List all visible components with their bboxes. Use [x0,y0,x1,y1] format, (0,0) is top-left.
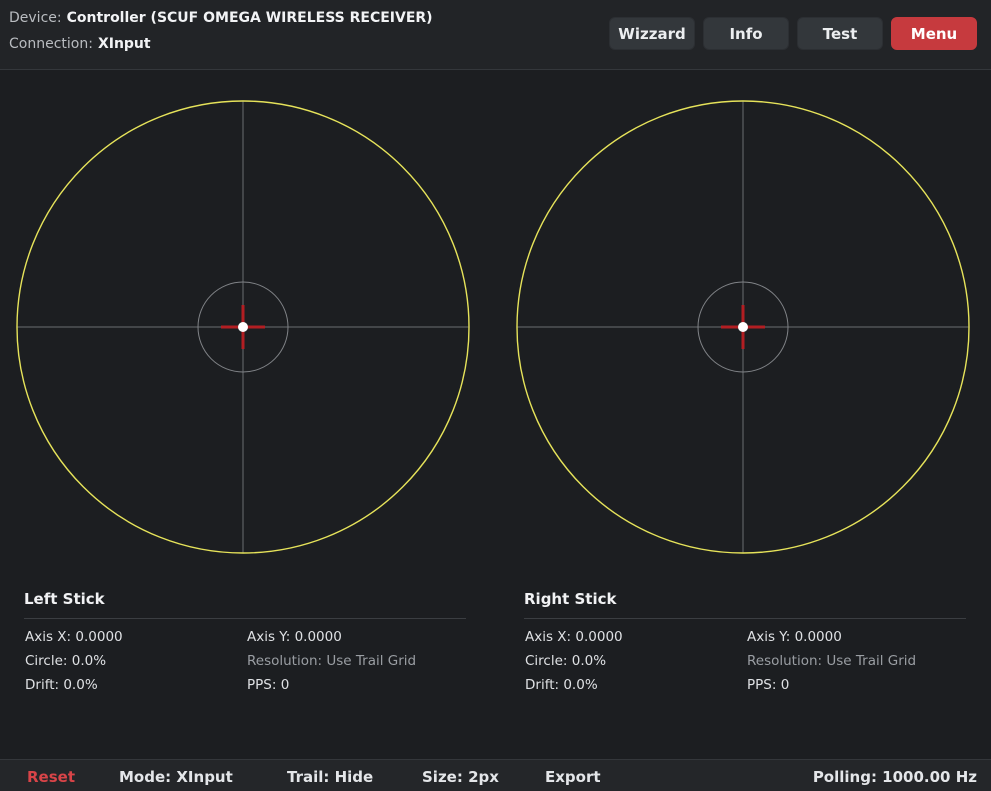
left-resolution: Resolution: Use Trail Grid [247,653,417,669]
connection-info: Connection: XInput [9,36,151,52]
trail-toggle[interactable]: Trail: Hide [287,768,373,786]
header-bar: Device: Controller (SCUF OMEGA WIRELESS R… [0,0,991,70]
right-circle: Circle: 0.0% [525,653,607,669]
left-drift: Drift: 0.0% [25,677,98,693]
device-label: Device: [9,10,62,26]
device-info: Device: Controller (SCUF OMEGA WIRELESS R… [9,10,433,26]
size-toggle[interactable]: Size: 2px [422,768,499,786]
left-axis-x: Axis X: 0.0000 [25,629,123,645]
left-axis-y: Axis Y: 0.0000 [247,629,342,645]
left-circle: Circle: 0.0% [25,653,107,669]
connection-value: XInput [97,36,151,52]
mode-toggle[interactable]: Mode: XInput [119,768,233,786]
device-value: Controller (SCUF OMEGA WIRELESS RECEIVER… [66,10,433,26]
left-stats-grid: Axis X: 0.0000 Axis Y: 0.0000 Circle: 0.… [24,629,466,709]
test-button[interactable]: Test [797,17,883,50]
stick-plots [16,100,970,554]
right-stats-grid: Axis X: 0.0000 Axis Y: 0.0000 Circle: 0.… [524,629,966,709]
left-stick-plot [16,100,470,554]
right-stick-stats: Right Stick Axis X: 0.0000 Axis Y: 0.000… [524,580,966,709]
connection-label: Connection: [9,36,93,52]
export-button[interactable]: Export [545,768,601,786]
right-stick-title: Right Stick [524,590,617,608]
right-axis-x: Axis X: 0.0000 [525,629,623,645]
right-position-marker [721,305,765,349]
right-stick-dot [738,322,748,332]
left-stick-dot [238,322,248,332]
right-stats-divider [524,618,966,619]
right-axis-y: Axis Y: 0.0000 [747,629,842,645]
wizzard-button[interactable]: Wizzard [609,17,695,50]
left-stick-title: Left Stick [24,590,105,608]
left-stick-stats: Left Stick Axis X: 0.0000 Axis Y: 0.0000… [24,580,466,709]
left-stats-divider [24,618,466,619]
menu-button[interactable]: Menu [891,17,977,50]
reset-button[interactable]: Reset [27,768,75,786]
polling-rate: Polling: 1000.00 Hz [812,768,977,786]
right-resolution: Resolution: Use Trail Grid [747,653,917,669]
right-drift: Drift: 0.0% [525,677,598,693]
left-pps: PPS: 0 [247,677,290,693]
footer-bar: Reset Mode: XInput Trail: Hide Size: 2px… [0,759,991,791]
right-stick-plot [516,100,970,554]
right-pps: PPS: 0 [747,677,790,693]
info-button[interactable]: Info [703,17,789,50]
left-position-marker [221,305,265,349]
